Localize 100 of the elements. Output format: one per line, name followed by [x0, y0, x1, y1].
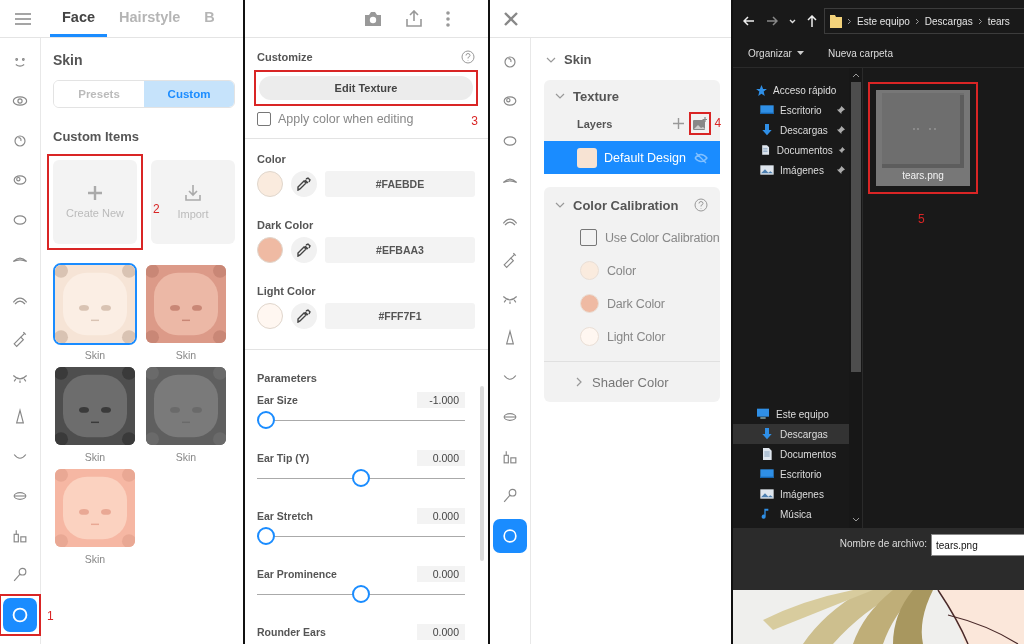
- eyedropper-icon[interactable]: [297, 177, 311, 191]
- pin-icon[interactable]: [836, 165, 845, 175]
- new-folder-button[interactable]: Nueva carpeta: [827, 47, 893, 59]
- breadcrumb[interactable]: tears: [987, 15, 1010, 27]
- shader-color-header[interactable]: Shader Color: [544, 361, 720, 402]
- file-item[interactable]: tears.png: [876, 90, 970, 186]
- image-icon[interactable]: [759, 486, 775, 502]
- item-label: Skin: [84, 349, 106, 361]
- camera-icon[interactable]: [364, 10, 382, 27]
- texture-header[interactable]: Texture: [544, 88, 720, 104]
- nav-item[interactable]: Descargas: [733, 120, 849, 140]
- parameter-label: Ear Tip (Y): [257, 452, 310, 464]
- section-title: Customize: [257, 51, 313, 63]
- step-number: 5: [918, 212, 925, 226]
- hex-field[interactable]: #FFF7F1: [325, 303, 475, 329]
- eyedropper-button[interactable]: [291, 303, 317, 329]
- eyedropper-button[interactable]: [291, 171, 317, 197]
- up-icon[interactable]: [807, 15, 817, 27]
- pin-icon[interactable]: [836, 125, 845, 135]
- value-field[interactable]: 0.000: [417, 624, 465, 640]
- nav-item[interactable]: Música: [733, 504, 849, 524]
- color-swatch[interactable]: [257, 171, 283, 197]
- slider-thumb[interactable]: [257, 527, 275, 545]
- folder-icon: [830, 14, 842, 28]
- checkbox-label: Use Color Calibration: [605, 230, 720, 245]
- value-field[interactable]: -1.000: [417, 392, 465, 408]
- star-icon[interactable]: [755, 83, 768, 97]
- nav-item[interactable]: Escritorio: [733, 100, 849, 120]
- slider-thumb[interactable]: [352, 585, 370, 603]
- color-label: Color: [607, 263, 636, 278]
- value-field[interactable]: 0.000: [417, 566, 465, 582]
- hex-field[interactable]: #FAEBDE: [325, 171, 475, 197]
- item-label: Skin: [175, 349, 197, 361]
- color-swatch[interactable]: [257, 237, 283, 263]
- help-icon[interactable]: [461, 50, 475, 64]
- scrollbar[interactable]: [849, 68, 863, 528]
- color-swatch[interactable]: [580, 294, 599, 313]
- chevron-icon[interactable]: [555, 200, 565, 210]
- pin-icon[interactable]: [836, 105, 845, 115]
- organize-menu[interactable]: Organizar: [748, 47, 804, 59]
- scroll-down-icon[interactable]: [851, 517, 860, 522]
- slider-thumb[interactable]: [257, 411, 275, 429]
- layer-thumbnail: [577, 147, 597, 168]
- chevron-icon: [847, 17, 852, 25]
- parameter-label: Ear Size: [257, 394, 298, 406]
- eyedropper-icon[interactable]: [297, 243, 311, 257]
- eyedropper-icon[interactable]: [297, 309, 311, 323]
- scrollbar[interactable]: [480, 386, 484, 561]
- nav-item[interactable]: Imágenes: [733, 484, 849, 504]
- pin-icon[interactable]: [837, 145, 845, 155]
- nav-item[interactable]: Documentos: [733, 140, 849, 160]
- edit-texture-button[interactable]: Edit Texture: [259, 76, 473, 100]
- color-calibration-header[interactable]: Color Calibration: [544, 197, 720, 213]
- nav-item[interactable]: Imágenes: [733, 160, 849, 180]
- color-swatch[interactable]: [580, 261, 599, 280]
- nav-item[interactable]: Acceso rápido: [733, 80, 849, 100]
- close-icon[interactable]: [504, 11, 518, 26]
- menu-icon[interactable]: [15, 12, 31, 25]
- nav-item[interactable]: Escritorio: [733, 464, 849, 484]
- nav-item[interactable]: Este equipo: [733, 404, 849, 424]
- share-icon[interactable]: [406, 10, 422, 27]
- add-icon[interactable]: [672, 118, 684, 129]
- add-image-icon[interactable]: [692, 117, 707, 130]
- nav-item[interactable]: Descargas: [733, 424, 849, 444]
- item-label: Skin: [84, 451, 106, 463]
- eyedropper-button[interactable]: [291, 237, 317, 263]
- document-icon[interactable]: [759, 142, 772, 158]
- caret-icon[interactable]: [796, 51, 804, 55]
- address-bar[interactable]: Este equipo Descargas tears: [824, 8, 1024, 34]
- breadcrumb[interactable]: Descargas: [924, 15, 973, 27]
- help-icon[interactable]: [693, 198, 708, 212]
- slider-thumb[interactable]: [352, 469, 370, 487]
- color-label: Color: [257, 153, 287, 165]
- filename-field[interactable]: tears.png: [931, 534, 1024, 556]
- value-field[interactable]: 0.000: [417, 450, 465, 466]
- color-swatch[interactable]: [580, 327, 599, 346]
- checkbox[interactable]: [257, 112, 271, 126]
- color-label: Dark Color: [257, 219, 315, 231]
- checkbox[interactable]: [580, 229, 597, 246]
- breadcrumb[interactable]: Este equipo: [857, 15, 910, 27]
- chevron-icon: [977, 17, 983, 25]
- head-category-button[interactable]: [493, 518, 527, 553]
- back-icon[interactable]: [743, 16, 755, 26]
- nav-item[interactable]: Documentos: [733, 444, 849, 464]
- forward-icon[interactable]: [766, 16, 778, 26]
- eye-off-icon[interactable]: [693, 151, 708, 164]
- image-icon[interactable]: [759, 162, 775, 178]
- item-label: Skin: [84, 553, 106, 565]
- chevron-icon[interactable]: [574, 377, 584, 387]
- value-field[interactable]: 0.000: [417, 508, 465, 524]
- tab[interactable]: Face: [50, 0, 108, 37]
- scroll-up-icon[interactable]: [851, 73, 860, 78]
- more-icon[interactable]: [446, 10, 450, 27]
- skin-section-header[interactable]: Skin: [544, 52, 720, 67]
- hex-field[interactable]: #EFBAA3: [325, 237, 475, 263]
- color-swatch[interactable]: [257, 303, 283, 329]
- plus-icon[interactable]: [87, 185, 103, 201]
- dropdown-icon[interactable]: [789, 18, 796, 24]
- monitor-icon[interactable]: [755, 406, 771, 422]
- chevron-icon[interactable]: [555, 91, 565, 101]
